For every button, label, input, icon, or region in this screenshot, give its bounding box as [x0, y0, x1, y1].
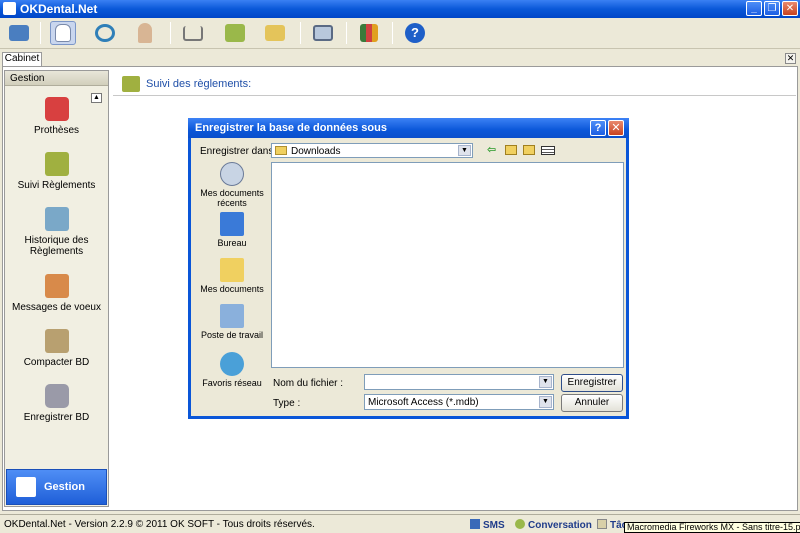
desktop-icon	[220, 212, 244, 236]
toolbar-separator	[170, 22, 171, 44]
toolbar-separator	[300, 22, 301, 44]
tooth-icon[interactable]	[50, 21, 76, 45]
sidebar-item-label: Suivi Règlements	[17, 180, 96, 191]
folder-icon	[275, 146, 287, 155]
sidebar-gestion-button[interactable]: Gestion	[6, 469, 107, 505]
page-title: Suivi des règlements:	[146, 78, 252, 90]
gestion-icon	[16, 477, 36, 497]
monitor-icon[interactable]	[310, 21, 336, 45]
conversation-icon	[515, 519, 525, 529]
filename-label: Nom du fichier :	[273, 378, 344, 389]
recent-icon	[220, 162, 244, 186]
inbox-icon	[44, 274, 69, 298]
doctor-icon[interactable]	[132, 21, 158, 45]
cart-icon[interactable]	[180, 21, 206, 45]
sidebar-item-suivi-reglements[interactable]: Suivi Règlements	[5, 152, 108, 191]
save-button[interactable]: Enregistrer	[561, 374, 623, 392]
payments-icon	[122, 76, 140, 92]
places-bar: Mes documents récents Bureau Mes documen…	[197, 162, 267, 392]
tasks-icon	[597, 519, 607, 529]
money-icon[interactable]	[222, 21, 248, 45]
view-menu-icon[interactable]	[541, 146, 555, 155]
place-label: Favoris réseau	[202, 378, 262, 388]
file-list[interactable]	[271, 162, 624, 368]
conversation-button[interactable]: Conversation	[515, 519, 592, 531]
sms-button[interactable]: SMS	[470, 519, 505, 531]
sms-icon	[470, 519, 480, 529]
filename-input[interactable]: ▼	[364, 374, 554, 390]
sidebar-item-protheses[interactable]: Prothèses	[5, 97, 108, 136]
help-icon[interactable]: ?	[402, 21, 428, 45]
database-icon	[44, 384, 69, 408]
sidebar-item-label: Prothèses	[33, 125, 80, 136]
prosthesis-icon	[44, 97, 69, 121]
place-my-documents[interactable]: Mes documents	[197, 258, 267, 294]
dialog-close-button[interactable]: ✕	[608, 120, 624, 136]
version-text: OKDental.Net - Version 2.2.9 © 2011 OK S…	[4, 519, 315, 530]
back-icon[interactable]: ⇦	[487, 144, 499, 156]
save-in-dropdown[interactable]: Downloads ▼	[271, 143, 473, 158]
payments-icon	[44, 152, 69, 176]
chevron-down-icon[interactable]: ▼	[539, 376, 552, 388]
chevron-down-icon[interactable]: ▼	[539, 396, 552, 408]
tasks-button[interactable]: Tâc	[597, 519, 627, 531]
place-label: Mes documents récents	[200, 188, 264, 208]
maximize-button[interactable]: ❐	[764, 1, 780, 16]
tab-cabinet[interactable]: Cabinet	[2, 52, 42, 66]
network-icon	[220, 352, 244, 376]
close-button[interactable]: ✕	[782, 1, 798, 16]
type-label: Type :	[273, 398, 301, 409]
sidebar-item-enregistrer[interactable]: Enregistrer BD	[5, 384, 108, 423]
chevron-down-icon[interactable]: ▼	[458, 145, 471, 156]
computer-icon	[220, 304, 244, 328]
main-toolbar: ?	[0, 18, 800, 49]
save-dialog: Enregistrer la base de données sous ? ✕ …	[188, 118, 629, 419]
up-folder-icon[interactable]	[505, 145, 517, 155]
sidebar-item-label: Compacter BD	[23, 357, 90, 368]
dialog-title: Enregistrer la base de données sous	[195, 122, 387, 134]
refresh-icon[interactable]	[92, 21, 118, 45]
place-label: Mes documents	[200, 284, 264, 294]
sidebar-bottom-label: Gestion	[44, 481, 85, 493]
content-header: Suivi des règlements:	[113, 70, 796, 96]
tab-close-button[interactable]: ✕	[785, 53, 796, 64]
minimize-button[interactable]: _	[746, 1, 762, 16]
place-network[interactable]: Favoris réseau	[197, 352, 267, 388]
sidebar-item-label: Enregistrer BD	[23, 412, 90, 423]
app-logo-icon	[3, 2, 16, 15]
my-documents-icon	[220, 258, 244, 282]
file-type-select[interactable]: Microsoft Access (*.mdb) ▼	[364, 394, 554, 410]
new-folder-icon[interactable]	[523, 145, 535, 155]
place-label: Bureau	[217, 238, 247, 248]
sidebar-item-compacter[interactable]: Compacter BD	[5, 329, 108, 368]
compact-icon	[44, 329, 69, 353]
sidebar-item-label: Messages de voeux	[12, 302, 101, 313]
toolbar-separator	[40, 22, 41, 44]
sidebar: Gestion ▲ Prothèses Suivi Règlements His…	[4, 70, 109, 507]
window-titlebar: OKDental.Net _ ❐ ✕	[0, 0, 800, 18]
toolbar-separator	[392, 22, 393, 44]
place-desktop[interactable]: Bureau	[197, 212, 267, 248]
sidebar-item-messages[interactable]: Messages de voeux	[5, 274, 108, 313]
save-in-label: Enregistrer dans :	[200, 146, 279, 157]
place-label: Poste de travail	[200, 330, 264, 340]
documents-icon[interactable]	[262, 21, 288, 45]
place-computer[interactable]: Poste de travail	[197, 304, 267, 340]
sidebar-item-historique[interactable]: Historique des Règlements	[5, 207, 108, 257]
dialog-titlebar: Enregistrer la base de données sous ? ✕	[188, 118, 629, 138]
tooltip: Macromedia Fireworks MX - Sans titre-15.…	[624, 522, 800, 533]
cancel-button[interactable]: Annuler	[561, 394, 623, 412]
patients-icon[interactable]	[6, 21, 32, 45]
sidebar-title: Gestion	[5, 71, 108, 86]
sidebar-item-label: Historique des Règlements	[24, 235, 89, 257]
toolbar-separator	[346, 22, 347, 44]
dialog-help-button[interactable]: ?	[590, 120, 606, 136]
chart-icon[interactable]	[356, 21, 382, 45]
window-title: OKDental.Net	[20, 2, 98, 16]
place-recent[interactable]: Mes documents récents	[197, 162, 267, 208]
history-icon	[44, 207, 69, 231]
tab-strip: Cabinet ✕	[0, 50, 800, 66]
